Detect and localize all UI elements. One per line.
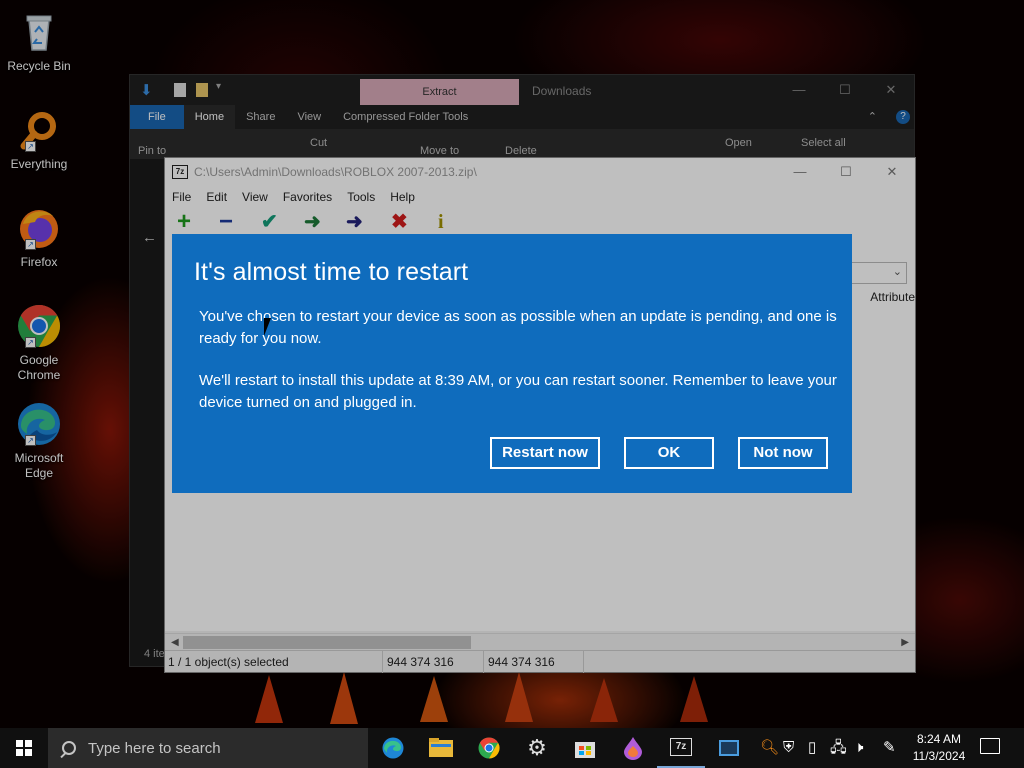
7zip-icon: 7z bbox=[670, 738, 692, 756]
restart-now-button[interactable]: Restart now bbox=[490, 437, 600, 469]
dialog-message-schedule: We'll restart to install this update at … bbox=[199, 372, 837, 411]
settings-icon: ⚙ bbox=[527, 735, 547, 760]
taskbar-7zip[interactable]: 7z bbox=[657, 728, 705, 768]
tray-usb-icon[interactable]: ▯ bbox=[808, 740, 816, 756]
search-placeholder: Type here to search bbox=[88, 739, 221, 757]
taskbar-window-app[interactable] bbox=[705, 728, 753, 768]
chrome-icon bbox=[478, 737, 500, 759]
not-now-button[interactable]: Not now bbox=[738, 437, 828, 469]
search-icon bbox=[62, 741, 76, 755]
edge-icon bbox=[382, 737, 404, 759]
dialog-message-pending: You've chosen to restart your device as … bbox=[199, 308, 837, 347]
tray-security-icon[interactable]: ⛨ bbox=[783, 740, 794, 756]
notification-center-icon[interactable] bbox=[980, 738, 1000, 754]
tray-volume-muted-icon[interactable]: 🕨 bbox=[854, 740, 863, 756]
tray-everything-icon[interactable]: 🔍︎ bbox=[760, 740, 779, 756]
mouse-pointer-icon bbox=[264, 318, 271, 336]
taskbar-search-box[interactable]: Type here to search bbox=[48, 728, 368, 768]
windows-logo-icon bbox=[16, 740, 32, 756]
ok-button[interactable]: OK bbox=[624, 437, 714, 469]
dialog-title: It's almost time to restart bbox=[194, 258, 469, 286]
taskbar-edge[interactable] bbox=[369, 728, 417, 768]
tray-network-icon[interactable]: 🖧 bbox=[830, 740, 847, 756]
file-explorer-icon bbox=[429, 738, 453, 757]
window-icon bbox=[719, 740, 739, 756]
taskbar-file-explorer[interactable] bbox=[417, 728, 465, 768]
taskbar-drop-app[interactable] bbox=[609, 728, 657, 768]
clock-date: 11/3/2024 bbox=[912, 749, 966, 763]
taskbar-settings[interactable]: ⚙ bbox=[513, 728, 561, 768]
start-button[interactable] bbox=[0, 728, 48, 768]
taskbar-chrome[interactable] bbox=[465, 728, 513, 768]
clock-time: 8:24 AM bbox=[916, 732, 962, 746]
tray-pen-icon[interactable]: ✎ bbox=[883, 740, 896, 756]
restart-dialog: It's almost time to restart You've chose… bbox=[172, 234, 852, 493]
taskbar: Type here to search ⚙ 7z 🔍︎ ⛨ ▯ 🖧 🕨 ✎ 8:… bbox=[0, 728, 1024, 768]
drop-icon bbox=[624, 737, 642, 760]
taskbar-store[interactable] bbox=[561, 728, 609, 768]
taskbar-clock[interactable]: 8:24 AM 11/3/2024 bbox=[906, 731, 972, 765]
store-icon bbox=[575, 742, 595, 758]
